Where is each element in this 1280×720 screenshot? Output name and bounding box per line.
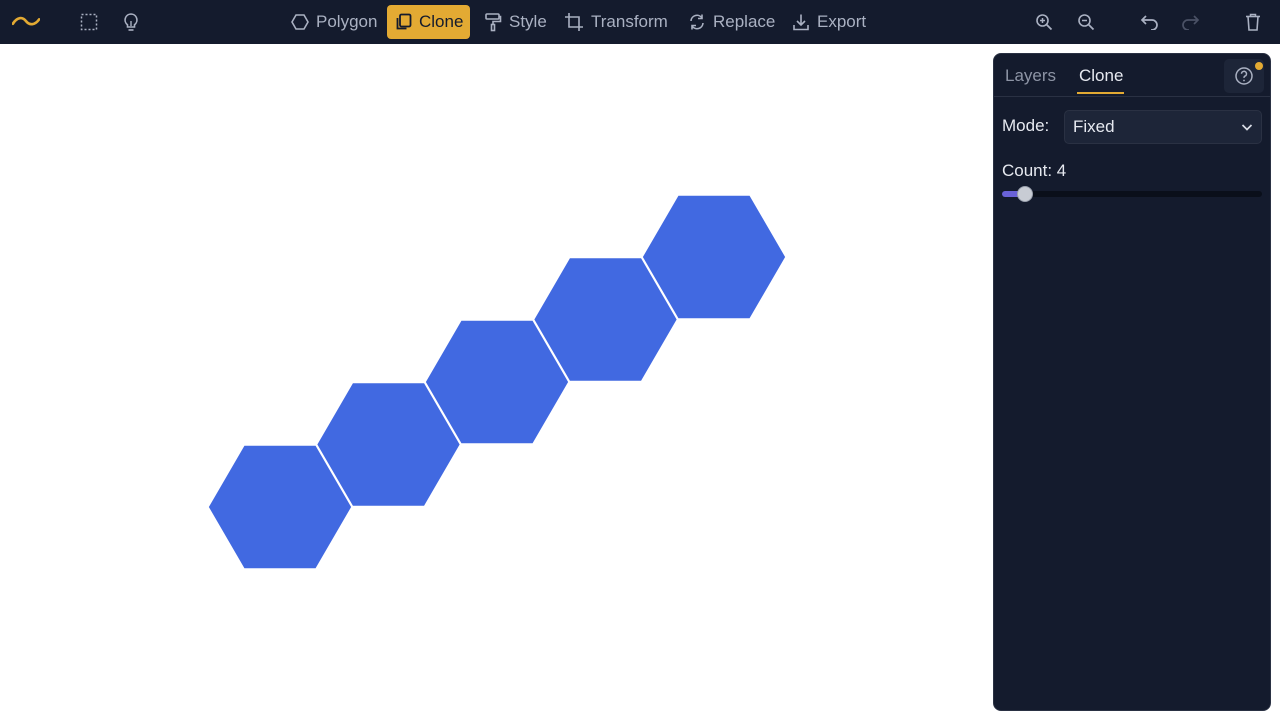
- top-toolbar: Polygon Clone Style Transform Replace Ex…: [0, 0, 1280, 44]
- count-slider[interactable]: [1002, 186, 1262, 202]
- help-icon: [1235, 67, 1253, 85]
- zoom-in-icon[interactable]: [1030, 8, 1058, 36]
- polygon-tool-label: Polygon: [316, 12, 378, 31]
- download-icon: [793, 14, 809, 31]
- tab-clone[interactable]: Clone: [1079, 66, 1123, 86]
- slider-track: [1002, 191, 1262, 197]
- replace-icon: [690, 14, 704, 30]
- notification-dot: [1255, 62, 1263, 70]
- clone-panel: Layers Clone Mode: Fixed Count: 4: [993, 53, 1271, 711]
- paint-roller-icon: [485, 13, 502, 32]
- zoom-out-icon[interactable]: [1072, 8, 1100, 36]
- clone-tool-label: Clone: [419, 12, 464, 31]
- slider-thumb[interactable]: [1017, 186, 1033, 202]
- lightbulb-icon[interactable]: [117, 8, 145, 36]
- clone-tool-button[interactable]: Clone: [387, 5, 471, 39]
- count-label: Count: 4: [1002, 161, 1067, 180]
- replace-tool-button[interactable]: Replace: [681, 5, 782, 39]
- tab-layers[interactable]: Layers: [1005, 66, 1056, 86]
- panel-tabs: Layers Clone: [994, 54, 1270, 97]
- chevron-down-icon: [1241, 124, 1253, 131]
- export-tool-button[interactable]: Export: [785, 5, 873, 39]
- style-tool-label: Style: [509, 12, 547, 31]
- export-tool-label: Export: [817, 12, 867, 31]
- logo-icon[interactable]: [12, 8, 40, 36]
- undo-icon[interactable]: [1135, 8, 1163, 36]
- redo-icon[interactable]: [1177, 8, 1205, 36]
- transform-tool-button[interactable]: Transform: [557, 5, 675, 39]
- mode-value: Fixed: [1073, 117, 1115, 136]
- replace-tool-label: Replace: [713, 12, 776, 31]
- mode-label: Mode:: [1002, 116, 1050, 135]
- select-region-icon[interactable]: [75, 8, 103, 36]
- help-button[interactable]: [1224, 59, 1264, 93]
- style-tool-button[interactable]: Style: [477, 5, 554, 39]
- hexagon-icon: [291, 14, 309, 30]
- transform-tool-label: Transform: [591, 12, 668, 31]
- clone-icon: [396, 13, 412, 30]
- mode-select[interactable]: Fixed: [1064, 110, 1262, 144]
- trash-icon[interactable]: [1239, 8, 1267, 36]
- active-tab-indicator: [1077, 92, 1124, 94]
- crop-icon: [565, 13, 583, 31]
- polygon-tool-button[interactable]: Polygon: [284, 5, 384, 39]
